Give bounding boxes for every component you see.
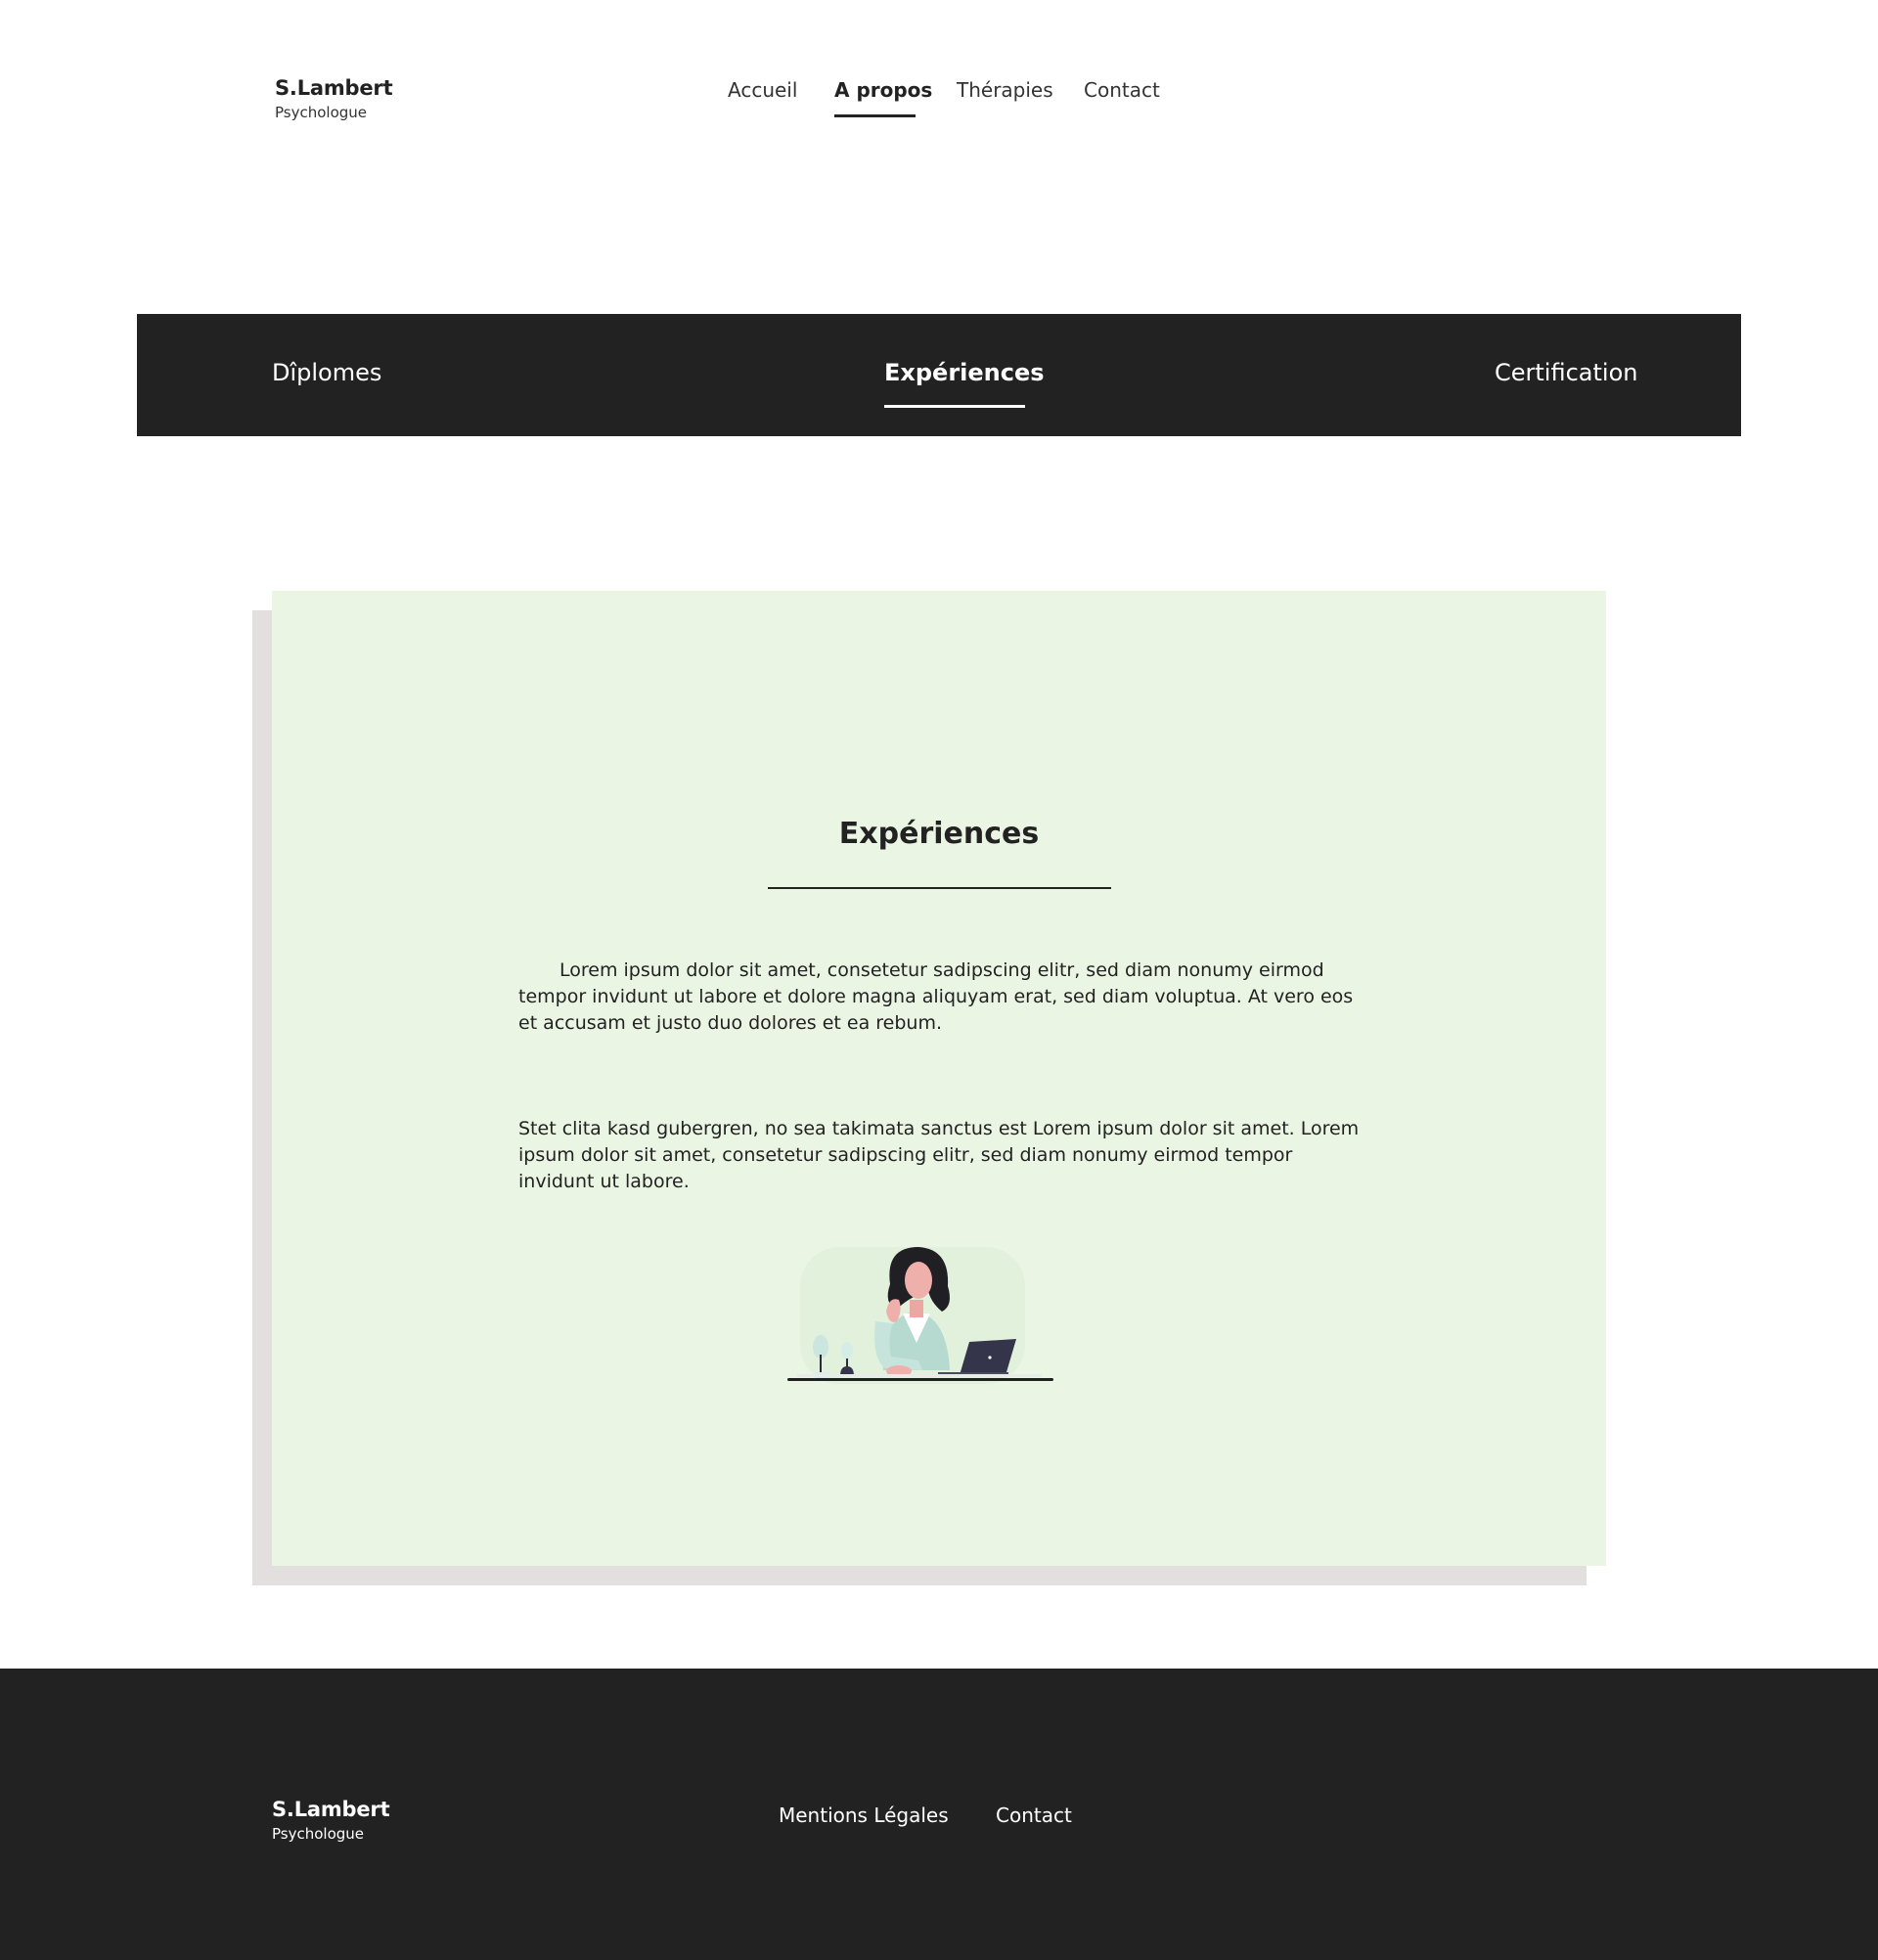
nav-item-therapies[interactable]: Thérapies xyxy=(957,78,1053,102)
section-title: Expériences xyxy=(838,817,1040,851)
tab-experiences[interactable]: Expériences xyxy=(884,359,1045,386)
content-card: Expériences Lorem ipsum dolor sit amet, … xyxy=(272,591,1606,1566)
nav-item-contact[interactable]: Contact xyxy=(1084,78,1160,102)
tab-certification[interactable]: Certification xyxy=(1495,359,1637,386)
nav-active-underline xyxy=(834,114,916,117)
footer-brand-subtitle: Psychologue xyxy=(272,1825,365,1843)
footer-brand-name: S.Lambert xyxy=(272,1798,390,1821)
paragraph: Lorem ipsum dolor sit amet, consetetur s… xyxy=(518,959,1354,1034)
tab-active-underline xyxy=(884,405,1025,408)
title-divider xyxy=(768,887,1111,889)
main-nav: Accueil A propos Thérapies Contact xyxy=(0,78,1878,121)
footer-link-contact[interactable]: Contact xyxy=(996,1804,1072,1827)
footer-brand[interactable]: S.Lambert Psychologue xyxy=(272,1798,390,1843)
nav-item-a-propos[interactable]: A propos xyxy=(834,78,932,102)
section-tabbar: Dîplomes Expériences Certification xyxy=(137,314,1741,436)
paragraph: Stet clita kasd gubergren, no sea takima… xyxy=(518,1118,1360,1192)
tab-diplomes[interactable]: Dîplomes xyxy=(272,359,381,386)
nav-item-accueil[interactable]: Accueil xyxy=(728,78,797,102)
footer-link-mentions-legales[interactable]: Mentions Légales xyxy=(779,1804,949,1827)
woman-at-laptop-illustration xyxy=(787,1247,1053,1384)
site-footer: S.Lambert Psychologue Mentions Légales C… xyxy=(0,1669,1878,1960)
